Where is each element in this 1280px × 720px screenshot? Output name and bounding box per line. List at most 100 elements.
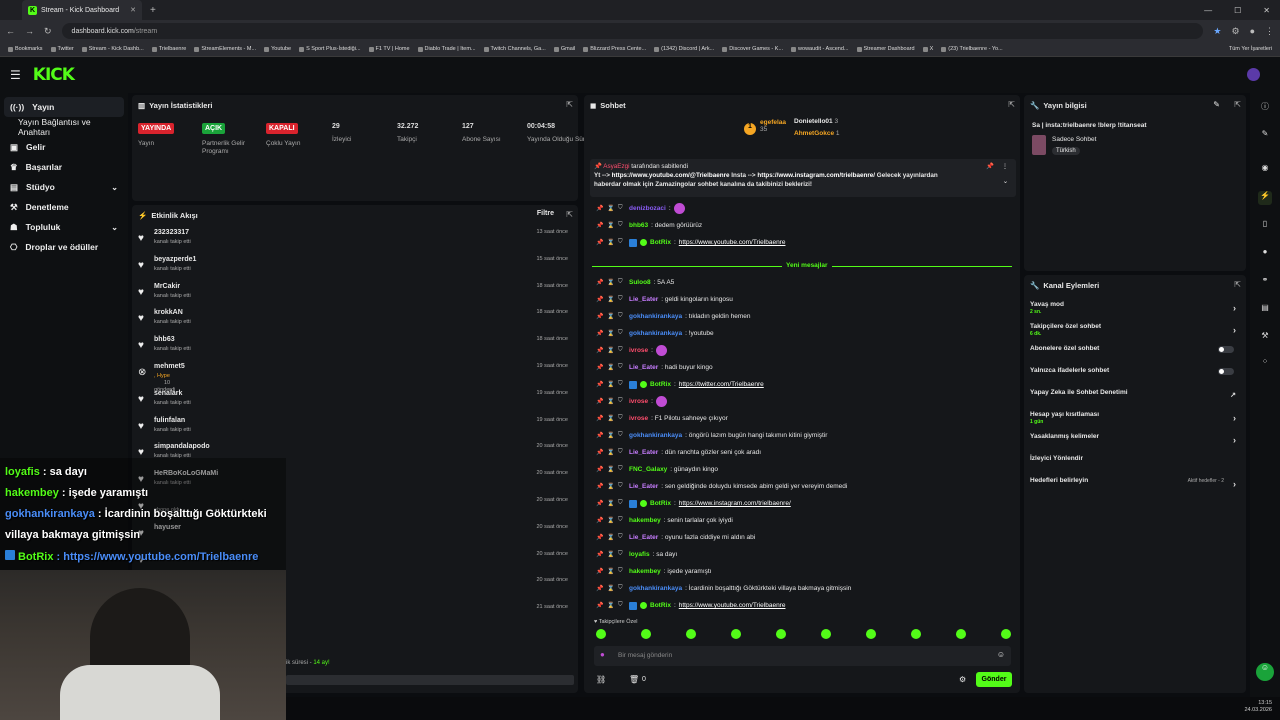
pin-message-icon[interactable]: 📌	[596, 585, 604, 592]
filter-button[interactable]: Filtre	[537, 210, 554, 217]
chat-link[interactable]: https://www.youtube.com/Trielbaenre	[679, 239, 786, 246]
pin-message-icon[interactable]: 📌	[596, 568, 604, 575]
timeout-icon[interactable]: ⌛	[607, 222, 615, 229]
back-icon[interactable]: ←	[6, 26, 15, 36]
pin-message-icon[interactable]: 📌	[596, 415, 604, 422]
chat-username[interactable]: loyafis	[629, 551, 650, 558]
channel-action-row[interactable]: İzleyici Yönlendir	[1030, 455, 1236, 462]
pin-message-icon[interactable]: 📌	[596, 602, 604, 609]
chat-username[interactable]: denizbozaci	[629, 205, 666, 212]
pin-message-icon[interactable]: 📌	[596, 222, 604, 229]
kick-logo[interactable]: KICK	[33, 65, 75, 85]
camera-icon[interactable]: ◉	[1258, 163, 1272, 177]
activity-user[interactable]: simpandalapodo	[154, 443, 210, 450]
layout-icon[interactable]: ▤	[1258, 303, 1272, 317]
ban-icon[interactable]: ⛉	[618, 364, 626, 371]
chat-username[interactable]: FNC_Galaxy	[629, 466, 667, 473]
pinned-link-instagram[interactable]: https://www.instagram.com/trielbaenre/	[757, 172, 875, 179]
timeout-icon[interactable]: ⌛	[607, 534, 615, 541]
chat-link[interactable]: https://www.youtube.com/Trielbaenre	[679, 602, 786, 609]
pin-message-icon[interactable]: 📌	[596, 500, 604, 507]
chat-username[interactable]: Lie_Eater	[629, 483, 658, 490]
bookmark-item[interactable]: (23) Trielbaenre - Yo...	[941, 46, 1003, 52]
activity-user[interactable]: bhb63	[154, 336, 175, 343]
browser-tab[interactable]: K Stream - Kick Dashboard ✕	[22, 0, 142, 20]
ban-icon[interactable]: ⛉	[618, 313, 626, 320]
ban-icon[interactable]: ⛉	[618, 279, 626, 286]
more-options-icon[interactable]: ⋮	[1002, 162, 1008, 171]
pinned-link-youtube[interactable]: https://www.youtube.com/@Trielbaenre	[612, 172, 730, 179]
timeout-icon[interactable]: ⌛	[607, 602, 615, 609]
sidebar-item-gelir[interactable]: ▣ Gelir	[0, 137, 128, 157]
maximize-icon[interactable]: ☐	[1234, 6, 1241, 15]
timeout-icon[interactable]: ⌛	[607, 205, 615, 212]
bookmark-item[interactable]: Diablo Trade | Item...	[417, 46, 476, 52]
chat-username[interactable]: Suloo8	[629, 279, 651, 286]
ban-icon[interactable]: ⛉	[618, 585, 626, 592]
emote-icon[interactable]	[641, 629, 651, 639]
emote-icon[interactable]	[866, 629, 876, 639]
timeout-icon[interactable]: ⌛	[607, 585, 615, 592]
timeout-icon[interactable]: ⌛	[607, 517, 615, 524]
pin-message-icon[interactable]: 📌	[596, 330, 604, 337]
chat-username[interactable]: Lie_Eater	[629, 296, 658, 303]
timeout-icon[interactable]: ⌛	[607, 239, 615, 246]
close-tab-icon[interactable]: ✕	[130, 6, 136, 14]
bookmark-item[interactable]: Discover Games - K...	[722, 46, 783, 52]
ban-icon[interactable]: ⛉	[618, 449, 626, 456]
popout-icon[interactable]: ⇱	[566, 100, 573, 109]
ban-icon[interactable]: ⛉	[618, 602, 626, 609]
sidebar-item-droplar[interactable]: ⎔ Droplar ve ödüller	[0, 237, 128, 257]
activity-user[interactable]: MrCakir	[154, 283, 180, 290]
channel-action-row[interactable]: Hedefleri belirleyin Aktif hedefler - 2 ›	[1030, 477, 1236, 489]
bookmark-item[interactable]: Twitch Channels, Ga...	[483, 46, 546, 52]
chat-username[interactable]: BotRix	[650, 381, 671, 388]
pin-message-icon[interactable]: 📌	[596, 432, 604, 439]
chat-username[interactable]: hakembey	[629, 517, 661, 524]
popout-icon[interactable]: ⇱	[1234, 100, 1241, 109]
timeout-icon[interactable]: ⌛	[607, 432, 615, 439]
timeout-icon[interactable]: ⌛	[607, 500, 615, 507]
toggle-switch[interactable]	[1218, 346, 1234, 353]
emote-icon[interactable]	[821, 629, 831, 639]
chat-username[interactable]: BotRix	[650, 602, 671, 609]
timeout-icon[interactable]: ⌛	[607, 364, 615, 371]
pin-message-icon[interactable]: 📌	[596, 313, 604, 320]
ban-icon[interactable]: ⛉	[618, 534, 626, 541]
hamburger-menu-icon[interactable]: ☰	[10, 68, 21, 82]
emote-icon[interactable]	[776, 629, 786, 639]
timeout-icon[interactable]: ⌛	[607, 398, 615, 405]
ban-icon[interactable]: ⛉	[618, 432, 626, 439]
chat-username[interactable]: gokhankirankaya	[629, 330, 682, 337]
chat-link[interactable]: https://www.instagram.com/trielbaenre/	[679, 500, 791, 507]
chat-username[interactable]: Lie_Eater	[629, 449, 658, 456]
bookmark-item[interactable]: Youtube	[264, 46, 291, 52]
chat-bubble-icon[interactable]: ●	[1258, 247, 1272, 261]
chat-username[interactable]: gokhankirankaya	[629, 432, 682, 439]
ban-icon[interactable]: ⛉	[618, 483, 626, 490]
bookmark-item[interactable]: Streamer Dashboard	[856, 46, 915, 52]
ban-icon[interactable]: ⛉	[618, 500, 626, 507]
channel-action-row[interactable]: Yalnızca ifadelerle sohbet	[1030, 367, 1236, 375]
pin-message-icon[interactable]: 📌	[596, 483, 604, 490]
popout-icon[interactable]: ⇱	[1234, 280, 1241, 289]
unpin-icon[interactable]: 📌	[986, 162, 994, 171]
ban-icon[interactable]: ⛉	[618, 381, 626, 388]
bookmark-item[interactable]: Stream - Kick Dashb...	[81, 46, 144, 52]
ban-icon[interactable]: ⛉	[618, 296, 626, 303]
activity-user[interactable]: senalark	[154, 390, 182, 397]
bookmark-item[interactable]: Twitter	[50, 46, 74, 52]
timeout-icon[interactable]: ⌛	[607, 466, 615, 473]
more-icon[interactable]: ⁘	[1258, 357, 1272, 371]
channel-action-row[interactable]: Yapay Zeka ile Sohbet Denetimi ↗	[1030, 389, 1236, 399]
pin-message-icon[interactable]: 📌	[596, 364, 604, 371]
info-icon[interactable]: ⓘ	[1258, 101, 1272, 115]
bookmark-item[interactable]: X	[922, 46, 933, 52]
menu-icon[interactable]: ⋮	[1265, 26, 1274, 37]
reload-icon[interactable]: ↻	[44, 26, 52, 37]
all-bookmarks[interactable]: Tüm Yer İşaretleri	[1229, 46, 1272, 52]
bookmark-item[interactable]: StreamElements - M...	[194, 46, 256, 52]
timeout-icon[interactable]: ⌛	[607, 330, 615, 337]
pin-message-icon[interactable]: 📌	[596, 398, 604, 405]
bookmark-item[interactable]: S Sport Plus-İstediği...	[299, 46, 361, 52]
